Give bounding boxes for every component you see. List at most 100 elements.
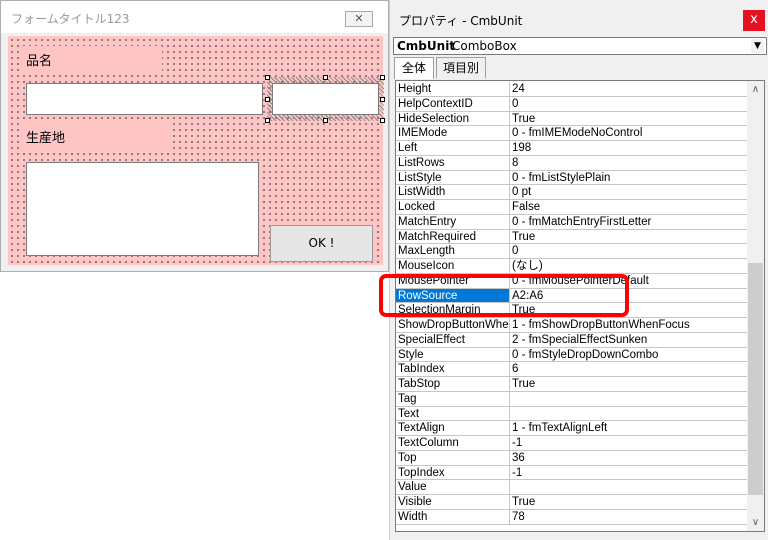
property-row[interactable]: ShowDropButtonWhen 1 - fmShowDropButtonWh… — [396, 318, 747, 333]
property-row[interactable]: Text — [396, 406, 747, 422]
property-value[interactable]: 78 — [512, 510, 747, 524]
property-row[interactable]: IMEMode 0 - fmIMEModeNoControl — [396, 126, 747, 141]
tab-categorized[interactable]: 項目別 — [436, 57, 486, 78]
property-value[interactable]: 24 — [512, 82, 747, 96]
property-value[interactable]: 0 - fmMatchEntryFirstLetter — [512, 215, 747, 229]
property-name[interactable]: Width — [396, 509, 510, 524]
resize-handle-s[interactable] — [323, 118, 328, 123]
property-name[interactable]: HelpContextID — [396, 96, 510, 111]
property-row[interactable]: Value — [396, 480, 747, 495]
property-name[interactable]: ShowDropButtonWhen — [396, 318, 510, 332]
property-row[interactable]: ListWidth 0 pt — [396, 185, 747, 200]
label-name[interactable]: 品名 — [26, 50, 52, 69]
property-name[interactable]: TabStop — [396, 377, 510, 391]
property-row[interactable]: ListRows 8 — [396, 155, 747, 171]
property-value[interactable]: 1 - fmTextAlignLeft — [512, 421, 747, 435]
property-value[interactable] — [512, 392, 747, 406]
property-value[interactable]: 198 — [512, 141, 747, 155]
property-name[interactable]: Locked — [396, 200, 510, 214]
property-row[interactable]: ListStyle 0 - fmListStylePlain — [396, 170, 747, 186]
property-name[interactable]: IMEMode — [396, 126, 510, 140]
property-name[interactable]: SpecialEffect — [396, 332, 510, 347]
resize-handle-e[interactable] — [380, 97, 385, 102]
property-row[interactable]: Style 0 - fmStyleDropDownCombo — [396, 347, 747, 363]
resize-handle-sw[interactable] — [265, 118, 270, 123]
property-row[interactable]: MouseIcon (なし) — [396, 259, 747, 274]
close-icon[interactable]: x — [743, 10, 765, 31]
property-value[interactable]: 0 - fmListStylePlain — [512, 171, 747, 185]
userform-canvas[interactable]: 品名 生産地 OK ! — [8, 36, 385, 265]
scroll-up-icon[interactable]: ∧ — [747, 81, 764, 98]
scrollbar[interactable]: ∧ ∨ — [747, 81, 764, 531]
property-value[interactable]: 8 — [512, 156, 747, 170]
property-name[interactable]: MatchRequired — [396, 229, 510, 244]
property-name[interactable]: MouseIcon — [396, 259, 510, 273]
scroll-down-icon[interactable]: ∨ — [747, 514, 764, 531]
property-row[interactable]: TextColumn -1 — [396, 436, 747, 451]
ok-button[interactable]: OK ! — [270, 225, 373, 262]
property-row[interactable]: MatchEntry 0 - fmMatchEntryFirstLetter — [396, 214, 747, 230]
property-name[interactable]: MaxLength — [396, 244, 510, 258]
property-name[interactable]: Visible — [396, 495, 510, 509]
property-row[interactable]: Left 198 — [396, 141, 747, 156]
property-value[interactable]: 0 - fmStyleDropDownCombo — [512, 348, 747, 362]
property-value[interactable]: 2 - fmSpecialEffectSunken — [512, 333, 747, 347]
unit-combobox[interactable] — [272, 83, 379, 115]
property-row[interactable]: MaxLength 0 — [396, 244, 747, 259]
property-row[interactable]: Locked False — [396, 200, 747, 215]
property-name[interactable]: ListWidth — [396, 185, 510, 199]
property-name[interactable]: HideSelection — [396, 111, 510, 126]
property-value[interactable]: -1 — [512, 466, 747, 480]
property-value[interactable]: -1 — [512, 436, 747, 450]
property-row[interactable]: HideSelection True — [396, 111, 747, 127]
property-value[interactable]: 1 - fmShowDropButtonWhenFocus — [512, 318, 747, 332]
property-value[interactable]: 0 — [512, 97, 747, 111]
property-name[interactable]: ListStyle — [396, 170, 510, 185]
property-row[interactable]: Width 78 — [396, 509, 747, 525]
property-name[interactable]: TopIndex — [396, 465, 510, 480]
property-value[interactable] — [512, 407, 747, 421]
property-name[interactable]: Tag — [396, 391, 510, 406]
property-value[interactable]: True — [512, 112, 747, 126]
resize-handle-n[interactable] — [323, 75, 328, 80]
property-row[interactable]: TopIndex -1 — [396, 465, 747, 481]
property-name[interactable]: MatchEntry — [396, 214, 510, 229]
property-row[interactable]: MatchRequired True — [396, 229, 747, 245]
name-textbox[interactable] — [26, 83, 263, 115]
scroll-thumb[interactable] — [748, 263, 763, 495]
property-value[interactable]: True — [512, 495, 747, 509]
property-value[interactable]: False — [512, 200, 747, 214]
chevron-down-icon[interactable]: ▼ — [751, 39, 764, 53]
property-name[interactable]: ListRows — [396, 155, 510, 170]
property-value[interactable]: 0 pt — [512, 185, 747, 199]
origin-textbox[interactable] — [26, 162, 259, 256]
property-name[interactable]: Top — [396, 450, 510, 465]
property-value[interactable]: True — [512, 230, 747, 244]
property-row[interactable]: Height 24 — [396, 82, 747, 97]
resize-handle-w[interactable] — [265, 97, 270, 102]
property-value[interactable]: (なし) — [512, 259, 747, 273]
property-name[interactable]: TextAlign — [396, 421, 510, 435]
label-origin[interactable]: 生産地 — [26, 127, 65, 146]
property-value[interactable] — [512, 480, 747, 494]
property-row[interactable]: TextAlign 1 - fmTextAlignLeft — [396, 421, 747, 436]
property-row[interactable]: Tag — [396, 391, 747, 407]
property-value[interactable]: 6 — [512, 362, 747, 376]
property-row[interactable]: TabStop True — [396, 377, 747, 392]
property-row[interactable]: HelpContextID 0 — [396, 96, 747, 112]
property-value[interactable]: 0 — [512, 244, 747, 258]
property-name[interactable]: Value — [396, 480, 510, 494]
property-name[interactable]: Style — [396, 347, 510, 362]
property-row[interactable]: SpecialEffect 2 - fmSpecialEffectSunken — [396, 332, 747, 348]
property-name[interactable]: Text — [396, 406, 510, 421]
tab-alphabetic[interactable]: 全体 — [394, 57, 434, 79]
resize-handle-nw[interactable] — [265, 75, 270, 80]
property-name[interactable]: TabIndex — [396, 362, 510, 376]
property-row[interactable]: Visible True — [396, 495, 747, 510]
property-value[interactable]: 36 — [512, 451, 747, 465]
property-value[interactable]: 0 - fmIMEModeNoControl — [512, 126, 747, 140]
property-row[interactable]: TabIndex 6 — [396, 362, 747, 377]
resize-handle-ne[interactable] — [380, 75, 385, 80]
property-name[interactable]: TextColumn — [396, 436, 510, 450]
property-row[interactable]: Top 36 — [396, 450, 747, 466]
